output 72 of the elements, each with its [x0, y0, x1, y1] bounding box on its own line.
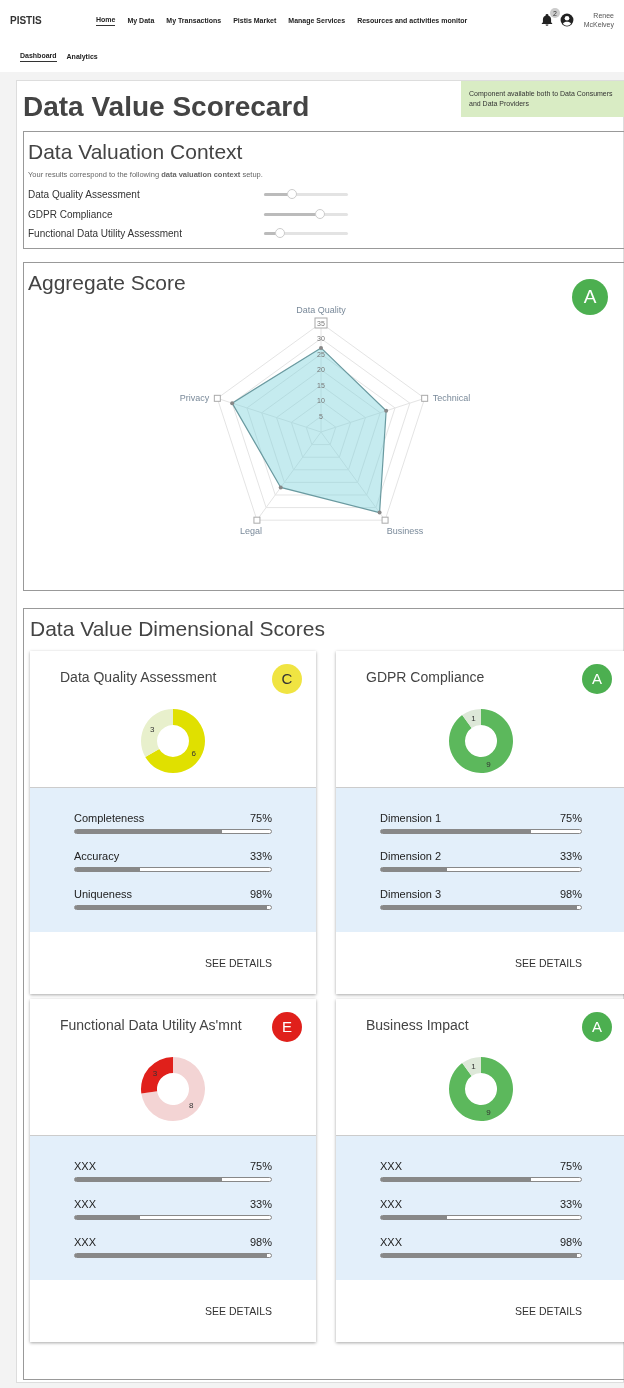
- data-point: [319, 345, 323, 350]
- card-title: Business Impact: [366, 1016, 469, 1033]
- metric-value: 33%: [249, 849, 272, 862]
- slider-label: Functional Data Utility Assessment: [28, 228, 183, 240]
- axis-marker: [381, 516, 389, 524]
- axis-label: Privacy: [179, 392, 210, 403]
- metric-value: 33%: [249, 1197, 272, 1210]
- metric-label: Dimension 3: [380, 887, 442, 900]
- metric-label: Uniqueness: [74, 887, 133, 900]
- slice-label: 1: [471, 1061, 476, 1071]
- grade-badge: E: [272, 1011, 302, 1042]
- metric-label: XXX: [380, 1159, 402, 1172]
- card-title: Data Quality Assessment: [60, 668, 217, 685]
- see-details-button[interactable]: SEE DETAILS: [199, 1303, 278, 1318]
- axis-label: Business: [386, 525, 424, 536]
- metric-label: Dimension 1: [380, 811, 442, 824]
- data-point: [384, 408, 389, 413]
- metric-value: 98%: [249, 1235, 272, 1248]
- metric-label: XXX: [74, 1159, 96, 1172]
- metric-label: XXX: [380, 1235, 402, 1248]
- axis-marker: [253, 516, 261, 524]
- grade-badge: A: [582, 1011, 612, 1042]
- metric-label: XXX: [74, 1197, 96, 1210]
- slider-thumb[interactable]: [315, 208, 326, 219]
- see-details-button[interactable]: SEE DETAILS: [509, 1303, 588, 1318]
- metric-value: 33%: [559, 1197, 582, 1210]
- grade-badge: A: [572, 278, 608, 315]
- axis-label: Technical: [432, 392, 471, 403]
- section-title: Data Value Dimensional Scores: [30, 616, 326, 641]
- see-details-button[interactable]: SEE DETAILS: [509, 955, 588, 970]
- metric-value: 98%: [249, 887, 272, 900]
- metric-label: Completeness: [74, 811, 145, 824]
- metric-value: 98%: [559, 887, 582, 900]
- card-title: Functional Data Utility As'mnt: [60, 1016, 242, 1033]
- axis-marker: [213, 394, 221, 402]
- metric-label: XXX: [74, 1235, 96, 1248]
- metric-value: 75%: [559, 1159, 582, 1172]
- metric-value: 75%: [559, 811, 582, 824]
- see-details-button[interactable]: SEE DETAILS: [199, 955, 278, 970]
- grade-badge: C: [272, 663, 302, 694]
- axis-marker: [421, 394, 429, 402]
- slider-thumb[interactable]: [274, 228, 285, 239]
- data-point: [230, 400, 235, 405]
- slice-label: 9: [486, 1107, 491, 1117]
- metric-value: 98%: [559, 1235, 582, 1248]
- data-point: [278, 484, 283, 489]
- metric-label: Accuracy: [74, 849, 120, 862]
- slice-label: 3: [150, 724, 155, 734]
- slider-label: Data Quality Assessment: [28, 189, 141, 201]
- slice-label: 3: [152, 1068, 158, 1078]
- section-title: Aggregate Score: [28, 270, 187, 295]
- logo: PISTIS: [10, 14, 43, 26]
- metric-value: 75%: [249, 1159, 272, 1172]
- slider-thumb[interactable]: [287, 189, 298, 200]
- card-title: GDPR Compliance: [366, 668, 485, 685]
- section-title: Data Valuation Context: [28, 140, 244, 164]
- slider-label: GDPR Compliance: [28, 208, 114, 220]
- metric-value: 33%: [559, 849, 582, 862]
- grade-badge: A: [582, 663, 612, 694]
- page-title: Data Value Scorecard: [23, 91, 310, 123]
- slice-label: 9: [486, 759, 491, 769]
- axis-label: Data Quality: [296, 304, 346, 315]
- axis-label: Legal: [239, 525, 262, 536]
- slice-label: 1: [471, 713, 476, 723]
- account-icon[interactable]: [560, 13, 574, 27]
- metric-value: 75%: [249, 811, 272, 824]
- metric-label: XXX: [380, 1197, 402, 1210]
- metric-label: Dimension 2: [380, 849, 442, 862]
- slice-label: 6: [191, 748, 196, 758]
- data-point: [377, 510, 382, 515]
- slice-label: 8: [188, 1100, 194, 1110]
- bell-icon[interactable]: [540, 13, 554, 27]
